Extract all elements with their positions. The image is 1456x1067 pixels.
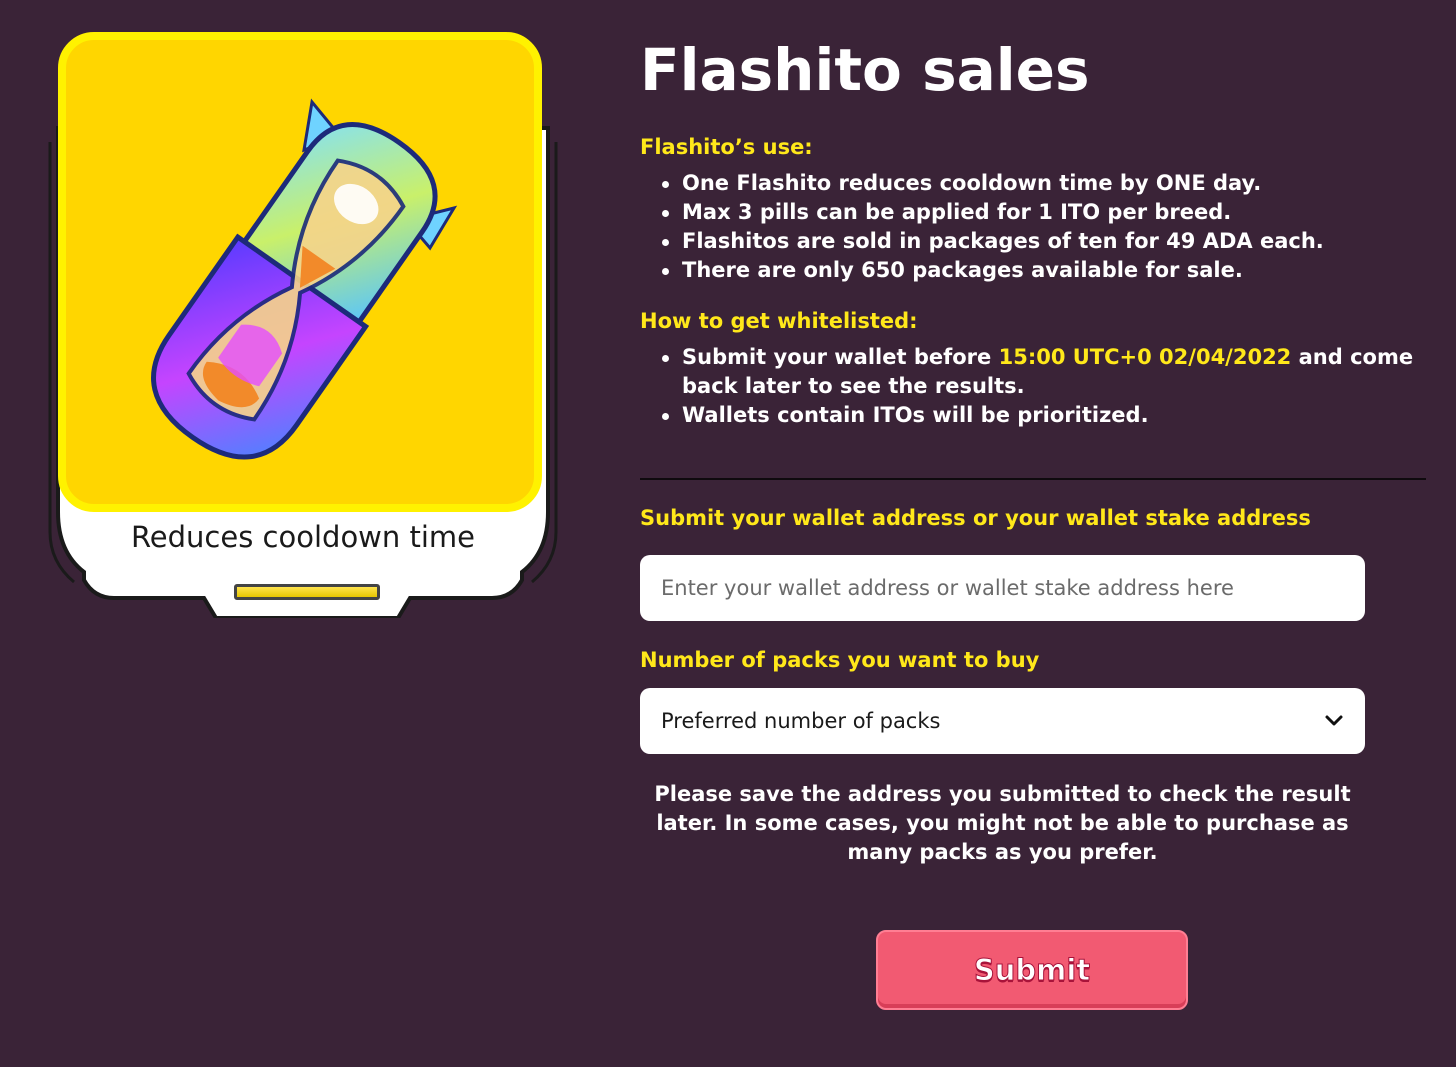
card-slot	[234, 584, 380, 600]
whitelist-section-heading: How to get whitelisted:	[640, 309, 918, 333]
whitelist-list: Submit your wallet before 15:00 UTC+0 02…	[640, 343, 1426, 430]
whitelist-item-prefix: Submit your wallet before	[682, 345, 999, 369]
save-address-note: Please save the address you submitted to…	[654, 782, 1351, 864]
divider	[640, 478, 1426, 480]
card-image-frame	[58, 32, 542, 512]
chevron-down-icon	[1325, 715, 1343, 726]
product-card: Reduces cooldown time	[44, 32, 562, 618]
sales-panel: Flashito sales Flashito’s use: One Flash…	[640, 30, 1426, 430]
submit-button[interactable]: Submit	[876, 930, 1188, 1010]
flashito-pill-icon	[151, 98, 458, 460]
list-item: There are only 650 packages available fo…	[662, 256, 1426, 285]
page-title: Flashito sales	[640, 36, 1090, 104]
card-caption: Reduces cooldown time	[130, 520, 476, 554]
wallet-address-label: Submit your wallet address or your walle…	[640, 506, 1311, 530]
packs-select[interactable]: Preferred number of packs	[640, 688, 1365, 754]
wallet-address-input[interactable]	[640, 555, 1365, 621]
packs-label: Number of packs you want to buy	[640, 648, 1040, 672]
list-item: One Flashito reduces cooldown time by ON…	[662, 169, 1426, 198]
deadline-highlight: 15:00 UTC+0 02/04/2022	[998, 345, 1292, 369]
packs-select-value: Preferred number of packs	[661, 709, 941, 733]
list-item: Flashitos are sold in packages of ten fo…	[662, 227, 1426, 256]
list-item: Submit your wallet before 15:00 UTC+0 02…	[662, 343, 1426, 401]
list-item: Max 3 pills can be applied for 1 ITO per…	[662, 198, 1426, 227]
use-section-heading: Flashito’s use:	[640, 135, 813, 159]
list-item: Wallets contain ITOs will be prioritized…	[662, 401, 1426, 430]
use-list: One Flashito reduces cooldown time by ON…	[640, 169, 1426, 285]
submit-button-label: Submit	[973, 953, 1091, 988]
